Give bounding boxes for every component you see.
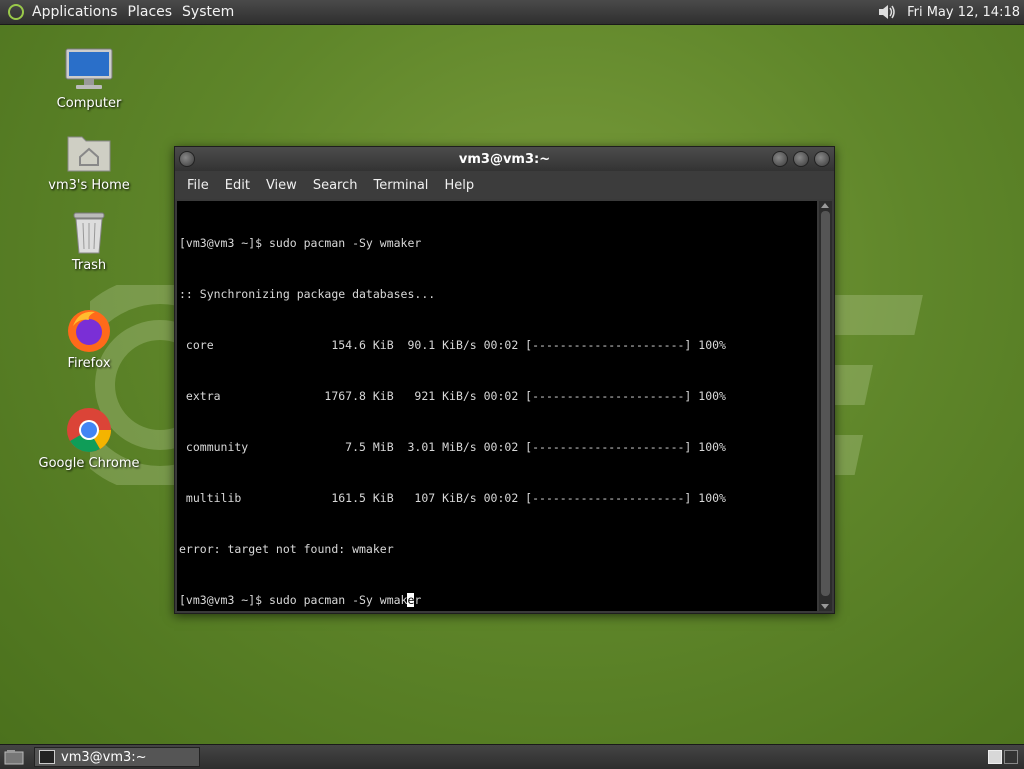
terminal-line: community 7.5 MiB 3.01 MiB/s 00:02 [----… <box>179 440 726 454</box>
terminal-icon <box>39 750 55 764</box>
window-titlebar[interactable]: vm3@vm3:~ <box>175 147 834 171</box>
terminal-window[interactable]: vm3@vm3:~ File Edit View Search Terminal… <box>174 146 835 614</box>
menu-view[interactable]: View <box>258 178 305 193</box>
desktop-icon-firefox[interactable]: Firefox <box>34 306 144 371</box>
close-button[interactable] <box>814 151 830 167</box>
desktop-icon-label: Firefox <box>67 356 111 371</box>
menu-edit[interactable]: Edit <box>217 178 258 193</box>
terminal-output[interactable]: [vm3@vm3 ~]$ sudo pacman -Sy wmaker :: S… <box>177 201 817 611</box>
menu-logo-icon[interactable] <box>8 4 24 20</box>
window-menu-button[interactable] <box>179 151 195 167</box>
terminal-prompt-line[interactable]: [vm3@vm3 ~]$ sudo pacman -Sy wmaker <box>179 592 817 609</box>
workspace-2[interactable] <box>1004 750 1018 764</box>
terminal-line: error: target not found: wmaker <box>179 542 394 556</box>
chrome-icon <box>64 406 114 454</box>
computer-icon <box>64 46 114 94</box>
scrollbar-thumb[interactable] <box>821 211 830 596</box>
desktop-icon-label: Google Chrome <box>38 456 140 471</box>
desktop-icon-computer[interactable]: Computer <box>34 46 144 111</box>
desktop-icon-label: Trash <box>71 258 107 273</box>
terminal-line: core 154.6 KiB 90.1 KiB/s 00:02 [-------… <box>179 338 726 352</box>
minimize-button[interactable] <box>772 151 788 167</box>
desktop-icon-label: vm3's Home <box>48 178 130 193</box>
desktop-icon-trash[interactable]: Trash <box>34 208 144 273</box>
desktop-icon-home[interactable]: vm3's Home <box>34 128 144 193</box>
terminal-line: extra 1767.8 KiB 921 KiB/s 00:02 [------… <box>179 389 726 403</box>
menu-terminal[interactable]: Terminal <box>365 178 436 193</box>
volume-icon[interactable] <box>877 3 897 21</box>
maximize-button[interactable] <box>793 151 809 167</box>
terminal-line: multilib 161.5 KiB 107 KiB/s 00:02 [----… <box>179 491 726 505</box>
prompt-text-after-cursor: r <box>414 593 422 607</box>
home-folder-icon <box>64 128 114 176</box>
menu-file[interactable]: File <box>179 178 217 193</box>
top-panel-tray: Fri May 12, 14:18 <box>877 3 1024 21</box>
show-desktop-icon[interactable] <box>4 749 24 765</box>
top-panel: Applications Places System Fri May 12, 1… <box>0 0 1024 25</box>
menu-system[interactable]: System <box>180 4 242 20</box>
taskbar-item-label: vm3@vm3:~ <box>61 749 147 765</box>
window-title: vm3@vm3:~ <box>458 151 551 167</box>
terminal-line: :: Synchronizing package databases... <box>179 287 436 301</box>
menu-places[interactable]: Places <box>126 4 181 20</box>
prompt-text: [vm3@vm3 ~]$ sudo pacman -Sy wmak <box>179 593 408 607</box>
menu-search[interactable]: Search <box>305 178 366 193</box>
terminal-scrollbar[interactable] <box>819 201 832 611</box>
firefox-icon <box>64 306 114 354</box>
workspace-switcher <box>988 750 1018 764</box>
clock[interactable]: Fri May 12, 14:18 <box>897 5 1024 20</box>
terminal-line: [vm3@vm3 ~]$ sudo pacman -Sy wmaker <box>179 236 422 250</box>
bottom-panel: vm3@vm3:~ <box>0 744 1024 769</box>
terminal-menubar: File Edit View Search Terminal Help <box>175 171 834 199</box>
desktop-icon-chrome[interactable]: Google Chrome <box>34 406 144 471</box>
scroll-down-arrow-icon[interactable] <box>821 604 829 609</box>
menu-help[interactable]: Help <box>436 178 482 193</box>
scroll-up-arrow-icon[interactable] <box>821 203 829 208</box>
trash-icon <box>64 208 114 256</box>
menu-applications[interactable]: Applications <box>30 4 126 20</box>
workspace-1[interactable] <box>988 750 1002 764</box>
desktop-icon-label: Computer <box>56 96 122 111</box>
taskbar-item-terminal[interactable]: vm3@vm3:~ <box>34 747 200 767</box>
